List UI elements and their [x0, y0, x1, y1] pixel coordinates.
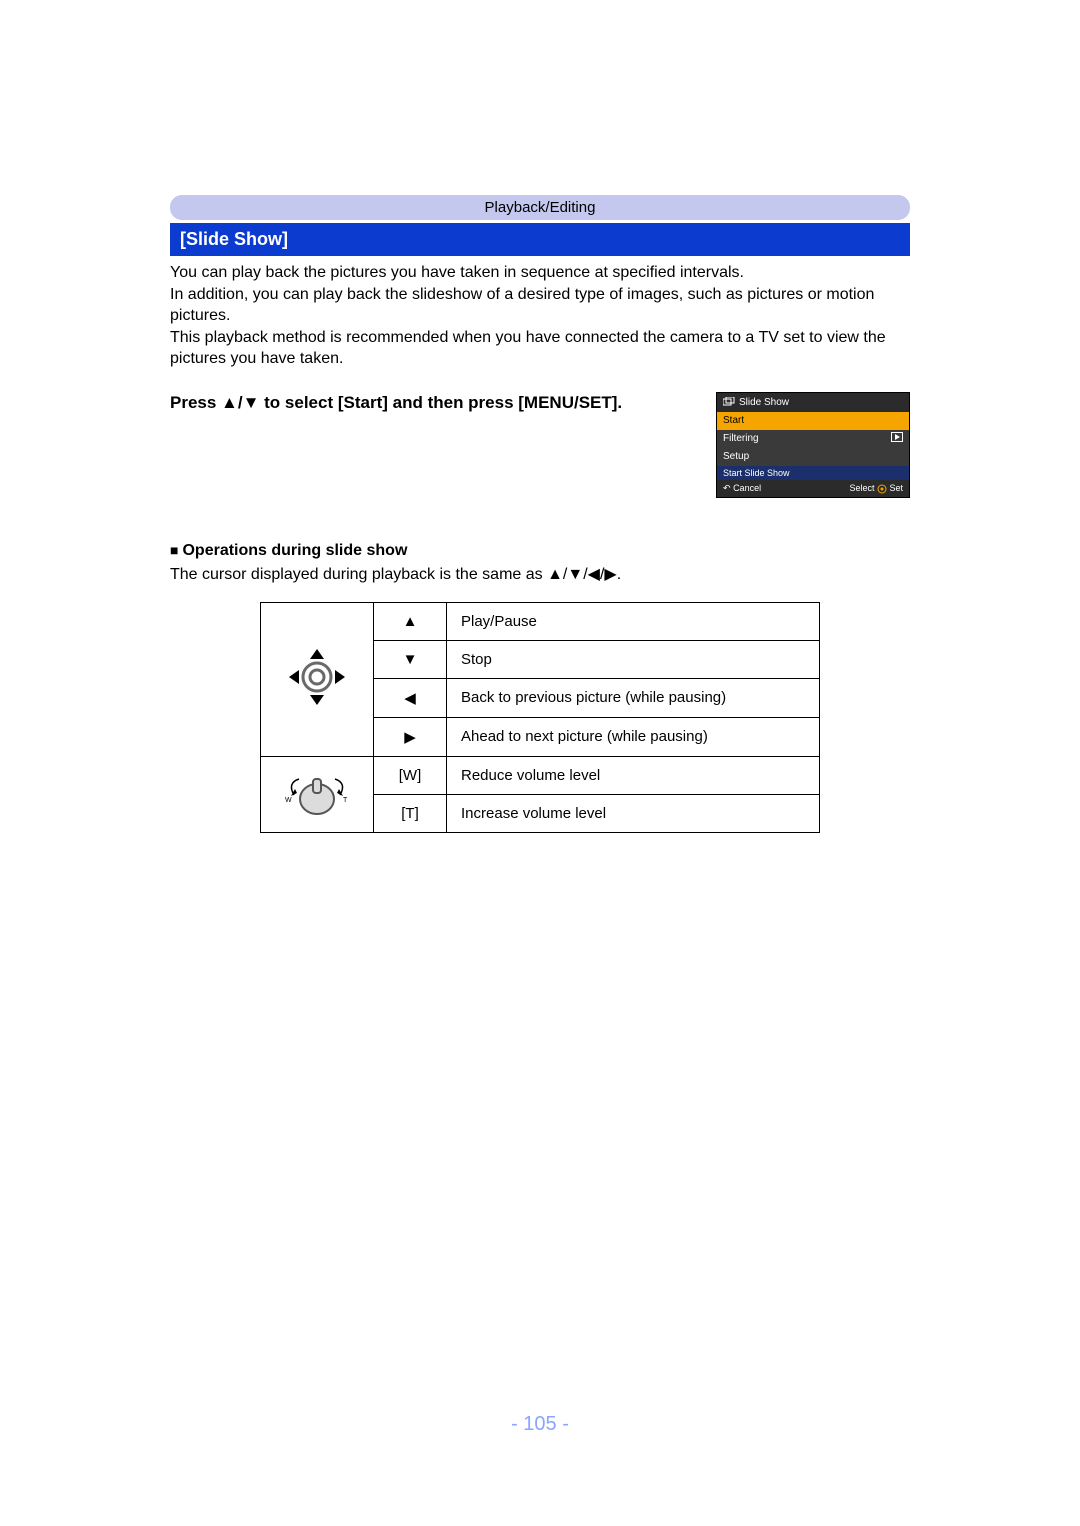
zoom-w-symbol: [W] [374, 756, 447, 794]
control-label-next: Ahead to next picture (while pausing) [447, 717, 820, 756]
menu-footer-cancel: ↶ Cancel [723, 483, 761, 494]
instruction-prefix: Press [170, 393, 221, 412]
camera-menu-screenshot: Slide Show Start Filtering Setup Start S… [716, 392, 910, 498]
up-arrow-icon: ▲ [374, 602, 447, 640]
breadcrumb: Playback/Editing [170, 195, 910, 220]
menu-footer-set-label: Set [889, 483, 903, 493]
manual-page: Playback/Editing [Slide Show] You can pl… [0, 0, 1080, 1526]
cursor-note-arrows-icon: ▲/▼/◀/▶ [547, 564, 617, 584]
operations-subheading: ■Operations during slide show [170, 542, 910, 560]
control-label-stop: Stop [447, 640, 820, 678]
control-label-increase-volume: Increase volume level [447, 794, 820, 832]
menu-description-strip: Start Slide Show [717, 466, 909, 480]
dpad-diagram-icon [277, 637, 357, 717]
zoom-lever-diagram-cell: W T [261, 756, 374, 832]
menu-item-start: Start [717, 412, 909, 430]
menu-item-filtering: Filtering [717, 430, 909, 448]
cursor-note-suffix: . [617, 566, 621, 583]
cursor-note-prefix: The cursor displayed during playback is … [170, 566, 547, 583]
control-label-back: Back to previous picture (while pausing) [447, 678, 820, 717]
menu-title: Slide Show [739, 397, 789, 408]
intro-line-1: You can play back the pictures you have … [170, 264, 744, 281]
bullet-square-icon: ■ [170, 542, 178, 558]
control-label-reduce-volume: Reduce volume level [447, 756, 820, 794]
menu-item-start-label: Start [723, 415, 744, 426]
menu-item-setup: Setup [717, 448, 909, 466]
down-arrow-icon: ▼ [374, 640, 447, 678]
right-arrow-icon: ▶ [374, 717, 447, 756]
table-row: ▲ Play/Pause [261, 602, 820, 640]
table-row: W T [W] Reduce volume level [261, 756, 820, 794]
dpad-diagram-cell [261, 602, 374, 756]
menu-footer: ↶ Cancel Select Set [717, 480, 909, 497]
operations-subheading-text: Operations during slide show [182, 542, 407, 559]
svg-text:T: T [343, 797, 348, 804]
instruction-suffix: to select [Start] and then press [MENU/S… [259, 393, 622, 412]
playback-icon [891, 432, 903, 445]
arrow-icons: ▲/▼ [221, 392, 259, 414]
svg-text:W: W [285, 797, 292, 804]
intro-line-3: This playback method is recommended when… [170, 329, 886, 368]
menu-item-setup-label: Setup [723, 451, 749, 462]
menu-header: Slide Show [717, 393, 909, 412]
intro-line-2: In addition, you can play back the slide… [170, 286, 874, 325]
controls-table: ▲ Play/Pause ▼ Stop ◀ Back to previous p… [260, 602, 820, 833]
menu-footer-select-set: Select Set [849, 483, 903, 494]
intro-paragraph: You can play back the pictures you have … [170, 262, 910, 370]
control-label-play-pause: Play/Pause [447, 602, 820, 640]
menu-item-filtering-label: Filtering [723, 433, 759, 444]
instruction-text: Press ▲/▼ to select [Start] and then pre… [170, 392, 716, 414]
section-title: [Slide Show] [170, 223, 910, 256]
menu-footer-cancel-label: Cancel [733, 483, 761, 493]
back-icon: ↶ [723, 483, 731, 493]
zoom-t-symbol: [T] [374, 794, 447, 832]
left-arrow-icon: ◀ [374, 678, 447, 717]
instruction-row: Press ▲/▼ to select [Start] and then pre… [170, 392, 910, 498]
playback-mode-icon [723, 397, 735, 407]
zoom-lever-icon: W T [277, 765, 357, 820]
page-number: - 105 - [0, 1413, 1080, 1436]
menu-footer-select-label: Select [849, 483, 874, 493]
dpad-icon [877, 484, 887, 494]
cursor-note: The cursor displayed during playback is … [170, 564, 910, 584]
